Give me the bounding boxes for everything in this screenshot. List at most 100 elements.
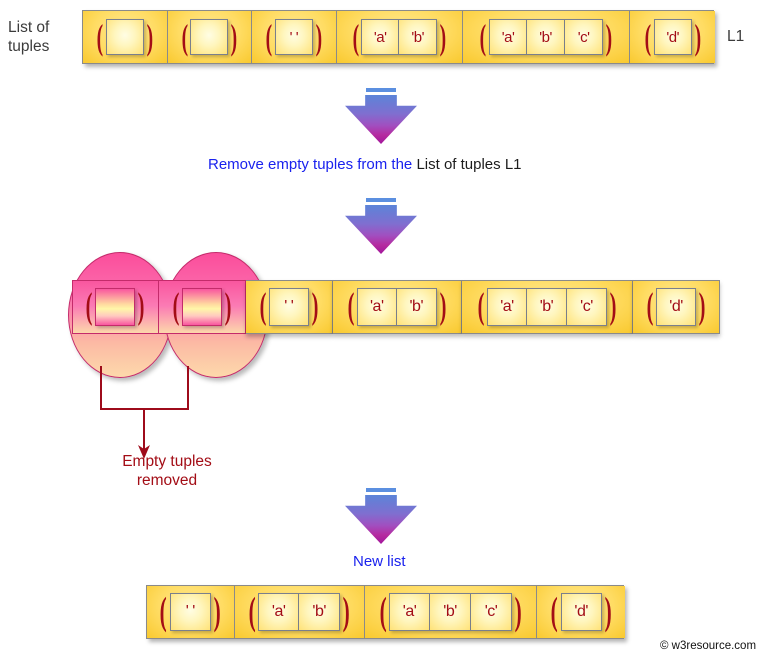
tuple-item: 'c' [566,288,607,326]
step-caption-blue: Remove empty tuples from the [208,156,413,173]
tuple-empty-string: (' ') [245,280,333,334]
tuple-item-empty [95,288,136,326]
callout-bracket [100,366,230,459]
tuple-d: ('d') [630,11,715,63]
empty-tuple-1-highlighted: () [72,280,159,334]
close-paren-icon: ) [224,286,232,328]
tuple-items [190,19,229,55]
tuple-items: 'd' [656,288,697,326]
tuple-item: 'd' [653,19,692,55]
tuple-d: ('d') [633,280,720,334]
callout-left-stem [100,366,102,410]
open-paren-icon: ( [479,17,487,57]
open-paren-icon: ( [181,17,188,57]
open-paren-icon: ( [347,286,355,328]
tuple-abc: ('a''b''c') [364,586,538,638]
close-paren-icon: ) [342,591,350,633]
tuple-item: 'b' [430,593,472,631]
tuple-item: 'b' [527,19,566,55]
open-paren-icon: ( [477,286,485,328]
empty-tuple-1: () [83,11,168,63]
watermark: © w3resource.com [660,640,757,652]
down-arrow-step-3 [345,488,417,544]
tuple-items: 'a''b''c' [389,593,513,631]
tuple-item-empty [181,288,222,326]
open-paren-icon: ( [550,591,559,633]
close-paren-icon: ) [698,286,706,328]
tuple-item: 'a' [489,19,528,55]
close-paren-icon: ) [604,591,612,633]
tuple-abc: ('a''b''c') [461,280,634,334]
close-paren-icon: ) [311,286,319,328]
close-paren-icon: ) [609,286,617,328]
tuple-item: 'b' [299,593,341,631]
tuple-items: 'a''b' [356,288,437,326]
tuple-item: 'a' [361,19,400,55]
step-caption: Remove empty tuples from the List of tup… [208,156,522,173]
tuple-item: ' ' [274,19,313,55]
down-arrow-step-1 [345,88,417,144]
tuple-items: 'a''b''c' [489,19,604,55]
tuple-item-empty [190,19,229,55]
tuple-ab: ('a''b') [332,280,462,334]
arrow-cap-bar [366,488,396,492]
arrow-cap-bar [366,198,396,202]
tuple-items: 'a''b' [258,593,341,631]
open-paren-icon: ( [248,591,256,633]
tuple-items [95,288,136,326]
tuple-items: 'a''b''c' [486,288,607,326]
open-paren-icon: ( [352,17,359,57]
tuple-item: 'a' [486,288,527,326]
top-row-left-label: List of tuples [8,19,50,55]
arrow-body [345,95,417,144]
close-paren-icon: ) [213,591,221,633]
tuple-empty-string: (' ') [147,586,235,638]
tuple-items: 'a''b' [361,19,438,55]
tuple-items: ' ' [268,288,309,326]
open-paren-icon: ( [160,591,168,633]
close-paren-icon: ) [315,17,322,57]
tuple-items [181,288,222,326]
open-paren-icon: ( [96,17,104,57]
tuple-item: 'b' [399,19,438,55]
open-paren-icon: ( [86,286,93,328]
tuple-d: ('d') [537,586,625,638]
tuple-items: ' ' [274,19,313,55]
open-paren-icon: ( [172,286,180,328]
tuple-item: 'a' [389,593,431,631]
tuple-item: ' ' [169,593,211,631]
bottom-row-list-strip: (' ')('a''b')('a''b''c')('d') [146,585,625,639]
down-arrow-step-2 [345,198,417,254]
tuple-items: 'd' [560,593,602,631]
tuple-item: 'd' [560,593,602,631]
tuple-item-empty [105,19,144,55]
open-paren-icon: ( [379,591,387,633]
new-list-caption: New list [353,553,406,570]
middle-row-list-strip: ()()(' ')('a''b')('a''b''c')('d') [72,280,720,334]
tuple-ab: ('a''b') [234,586,365,638]
open-paren-icon: ( [646,286,654,328]
tuple-ab: ('a''b') [336,11,463,63]
tuple-item: 'a' [258,593,300,631]
close-paren-icon: ) [439,17,447,57]
close-paren-icon: ) [514,591,522,633]
close-paren-icon: ) [694,17,701,57]
open-paren-icon: ( [259,286,267,328]
empty-tuple-2: () [167,11,253,63]
step-caption-dark: List of tuples L1 [416,156,522,173]
open-paren-icon: ( [265,17,273,57]
close-paren-icon: ) [605,17,613,57]
tuple-item: 'b' [526,288,567,326]
tuple-item: 'd' [656,288,697,326]
close-paren-icon: ) [138,286,145,328]
tuple-item: 'b' [396,288,437,326]
callout-right-stem [187,366,189,410]
arrow-body [345,205,417,254]
close-paren-icon: ) [439,286,447,328]
close-paren-icon: ) [230,17,238,57]
open-paren-icon: ( [644,17,652,57]
tuple-empty-string: (' ') [252,11,337,63]
new-list-caption-label: New list [353,553,406,570]
tuple-items: 'd' [653,19,692,55]
tuple-item: 'c' [471,593,513,631]
